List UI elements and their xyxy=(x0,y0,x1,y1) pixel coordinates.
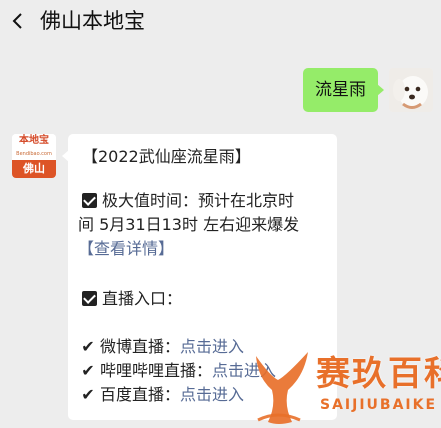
chat-title: 佛山本地宝 xyxy=(40,9,145,33)
peak-time-line: 极大值时间：预计在北京时 xyxy=(82,190,294,212)
dog-avatar-icon xyxy=(389,68,433,112)
watermark-name: 赛玖百科 xyxy=(316,354,441,394)
stream-label: 百度直播： xyxy=(100,385,181,404)
user-message-bubble[interactable]: 流星雨 xyxy=(303,68,384,112)
message-title: 【2022武仙座流星雨】 xyxy=(82,147,251,166)
chat-header: 佛山本地宝 xyxy=(0,0,441,44)
checkmark-icon: ✔ xyxy=(81,385,95,404)
stream-link[interactable]: 点击进入 xyxy=(180,385,244,404)
stream-row-weibo: ✔ 微博直播：点击进入 xyxy=(80,336,244,358)
peak-time-line-2: 间 5月31日13时 左右迎来爆发 xyxy=(78,215,300,234)
checkmark-icon: ✔ xyxy=(81,337,95,356)
live-heading-text: 直播入口： xyxy=(102,289,183,308)
stream-row-bilibili: ✔ 哔哩哔哩直播：点击进入 xyxy=(80,360,276,382)
stream-link[interactable]: 点击进入 xyxy=(180,337,244,356)
logo-city-text: 佛山 xyxy=(12,160,56,178)
checkbox-icon xyxy=(82,291,97,306)
watermark-pinyin: SAIJIUBAIKE xyxy=(320,397,438,413)
user-avatar[interactable] xyxy=(389,68,433,112)
peak-time-text: 极大值时间：预计在北京时 xyxy=(102,191,295,210)
checkmark-icon: ✔ xyxy=(81,361,95,380)
details-link[interactable]: 【查看详情】 xyxy=(78,238,174,260)
checkbox-icon xyxy=(82,193,97,208)
stream-label: 哔哩哔哩直播： xyxy=(100,361,213,380)
whale-tail-logo-icon xyxy=(256,352,308,424)
official-account-avatar[interactable]: 本地宝 Bendibao.com 佛山 xyxy=(12,134,56,178)
watermark: 赛玖百科 SAIJIUBAIKE xyxy=(248,346,441,428)
stream-row-baidu: ✔ 百度直播：点击进入 xyxy=(80,384,244,406)
stream-label: 微博直播： xyxy=(100,337,181,356)
logo-domain-text: Bendibao.com xyxy=(16,151,52,157)
back-arrow-icon[interactable] xyxy=(8,6,28,36)
live-heading-line: 直播入口： xyxy=(82,288,182,310)
